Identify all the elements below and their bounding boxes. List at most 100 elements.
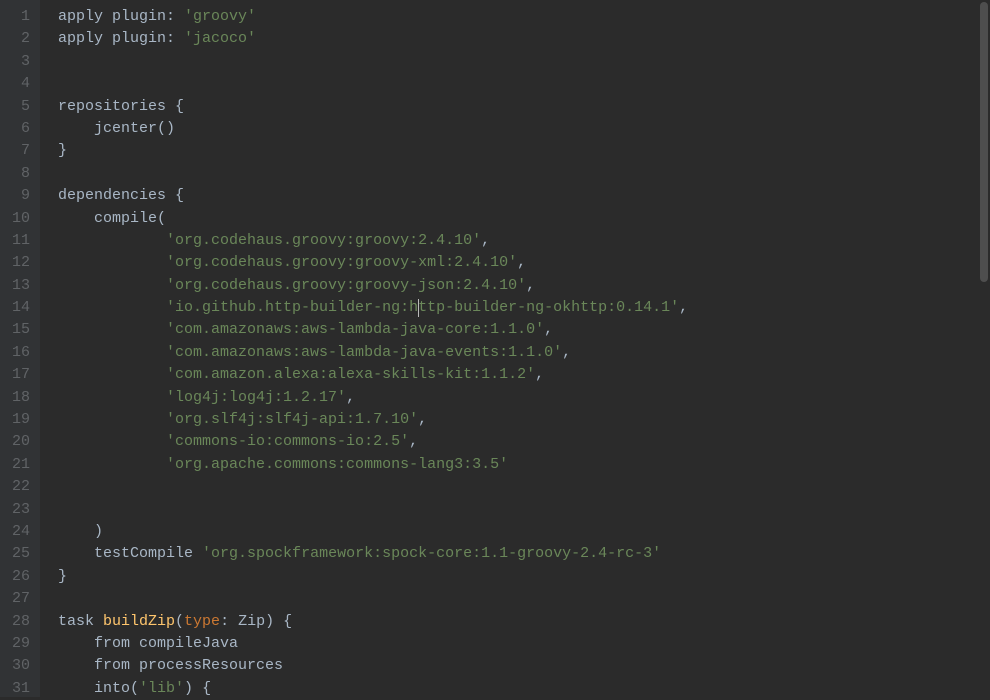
code-editor[interactable]: 1234567891011121314151617181920212223242…	[0, 0, 990, 697]
line-number: 6	[0, 118, 30, 140]
code-token: jcenter()	[94, 120, 175, 137]
vertical-scrollbar[interactable]	[978, 0, 990, 697]
line-number: 22	[0, 476, 30, 498]
code-line[interactable]: 'org.codehaus.groovy:groovy-json:2.4.10'…	[58, 275, 688, 297]
code-line[interactable]: 'com.amazonaws:aws-lambda-java-core:1.1.…	[58, 319, 688, 341]
code-token: {	[202, 680, 211, 697]
code-line[interactable]: )	[58, 521, 688, 543]
code-token: 'org.codehaus.groovy:groovy:2.4.10'	[166, 232, 481, 249]
line-number: 8	[0, 163, 30, 185]
line-number: 10	[0, 208, 30, 230]
code-token: 'org.codehaus.groovy:groovy-xml:2.4.10'	[166, 254, 517, 271]
line-number: 14	[0, 297, 30, 319]
code-token: ,	[562, 344, 571, 361]
code-line[interactable]	[58, 163, 688, 185]
code-line[interactable]: repositories {	[58, 96, 688, 118]
code-line[interactable]: 'com.amazonaws:aws-lambda-java-events:1.…	[58, 342, 688, 364]
code-token: ttp-builder-ng-okhttp:0.14.1'	[418, 299, 679, 316]
code-token: testCompile	[94, 545, 202, 562]
code-line[interactable]: 'io.github.http-builder-ng:http-builder-…	[58, 297, 688, 319]
code-token: ,	[535, 366, 544, 383]
line-number: 1	[0, 6, 30, 28]
code-token: )	[94, 523, 103, 540]
code-token: ,	[409, 433, 418, 450]
code-token: 'lib'	[139, 680, 184, 697]
code-token: repositories	[58, 98, 175, 115]
code-token: 'groovy'	[184, 8, 256, 25]
code-line[interactable]	[58, 499, 688, 521]
scrollbar-thumb[interactable]	[980, 2, 988, 282]
code-token: 'log4j:log4j:1.2.17'	[166, 389, 346, 406]
line-number: 2	[0, 28, 30, 50]
code-line[interactable]	[58, 51, 688, 73]
code-token: )	[184, 680, 202, 697]
code-area[interactable]: apply plugin: 'groovy'apply plugin: 'jac…	[40, 0, 688, 697]
code-line[interactable]: from compileJava	[58, 633, 688, 655]
code-token: 'jacoco'	[184, 30, 256, 47]
line-number: 12	[0, 252, 30, 274]
code-token: 'com.amazon.alexa:alexa-skills-kit:1.1.2…	[166, 366, 535, 383]
code-line[interactable]: testCompile 'org.spockframework:spock-co…	[58, 543, 688, 565]
code-token: ,	[346, 389, 355, 406]
line-number: 19	[0, 409, 30, 431]
line-number: 20	[0, 431, 30, 453]
code-token: apply plugin:	[58, 8, 184, 25]
code-token: {	[283, 613, 292, 630]
code-line[interactable]: compile(	[58, 208, 688, 230]
code-token: ,	[544, 321, 553, 338]
code-token: ,	[517, 254, 526, 271]
code-token: }	[58, 142, 67, 159]
code-token: from processResources	[94, 657, 283, 674]
code-line[interactable]	[58, 588, 688, 610]
code-token: : Zip)	[220, 613, 283, 630]
code-token: 'org.apache.commons:commons-lang3:3.5'	[166, 456, 508, 473]
code-line[interactable]: }	[58, 140, 688, 162]
code-token: 'org.spockframework:spock-core:1.1-groov…	[202, 545, 661, 562]
code-token: apply plugin:	[58, 30, 184, 47]
line-number: 16	[0, 342, 30, 364]
code-line[interactable]: dependencies {	[58, 185, 688, 207]
code-line[interactable]: apply plugin: 'jacoco'	[58, 28, 688, 50]
line-number: 4	[0, 73, 30, 95]
code-line[interactable]	[58, 476, 688, 498]
line-number: 5	[0, 96, 30, 118]
code-line[interactable]: 'commons-io:commons-io:2.5',	[58, 431, 688, 453]
line-number: 25	[0, 543, 30, 565]
code-token: ,	[418, 411, 427, 428]
code-line[interactable]: 'org.apache.commons:commons-lang3:3.5'	[58, 454, 688, 476]
code-token: 'commons-io:commons-io:2.5'	[166, 433, 409, 450]
line-number: 15	[0, 319, 30, 341]
code-token: (	[175, 613, 184, 630]
code-token: dependencies	[58, 187, 175, 204]
code-token: task	[58, 613, 103, 630]
code-line[interactable]: }	[58, 566, 688, 588]
code-line[interactable]: 'org.codehaus.groovy:groovy:2.4.10',	[58, 230, 688, 252]
code-token: ,	[679, 299, 688, 316]
code-line[interactable]: apply plugin: 'groovy'	[58, 6, 688, 28]
line-number: 30	[0, 655, 30, 677]
code-token: 'com.amazonaws:aws-lambda-java-core:1.1.…	[166, 321, 544, 338]
line-number: 3	[0, 51, 30, 73]
code-line[interactable]: 'com.amazon.alexa:alexa-skills-kit:1.1.2…	[58, 364, 688, 386]
code-line[interactable]	[58, 73, 688, 95]
code-token: 'org.slf4j:slf4j-api:1.7.10'	[166, 411, 418, 428]
line-number: 26	[0, 566, 30, 588]
code-line[interactable]: from processResources	[58, 655, 688, 677]
code-token: 'com.amazonaws:aws-lambda-java-events:1.…	[166, 344, 562, 361]
code-token: {	[175, 187, 184, 204]
code-line[interactable]: 'org.slf4j:slf4j-api:1.7.10',	[58, 409, 688, 431]
code-line[interactable]: 'log4j:log4j:1.2.17',	[58, 387, 688, 409]
code-line[interactable]: 'org.codehaus.groovy:groovy-xml:2.4.10',	[58, 252, 688, 274]
line-number: 23	[0, 499, 30, 521]
code-line[interactable]: task buildZip(type: Zip) {	[58, 611, 688, 633]
code-token: }	[58, 568, 67, 585]
code-token: from compileJava	[94, 635, 238, 652]
line-number: 27	[0, 588, 30, 610]
line-number: 13	[0, 275, 30, 297]
code-token: buildZip	[103, 613, 175, 630]
code-token: 'io.github.http-builder-ng:h	[166, 299, 418, 316]
code-line[interactable]: jcenter()	[58, 118, 688, 140]
line-number: 11	[0, 230, 30, 252]
code-token: compile(	[94, 210, 166, 227]
code-token: into(	[94, 680, 139, 697]
